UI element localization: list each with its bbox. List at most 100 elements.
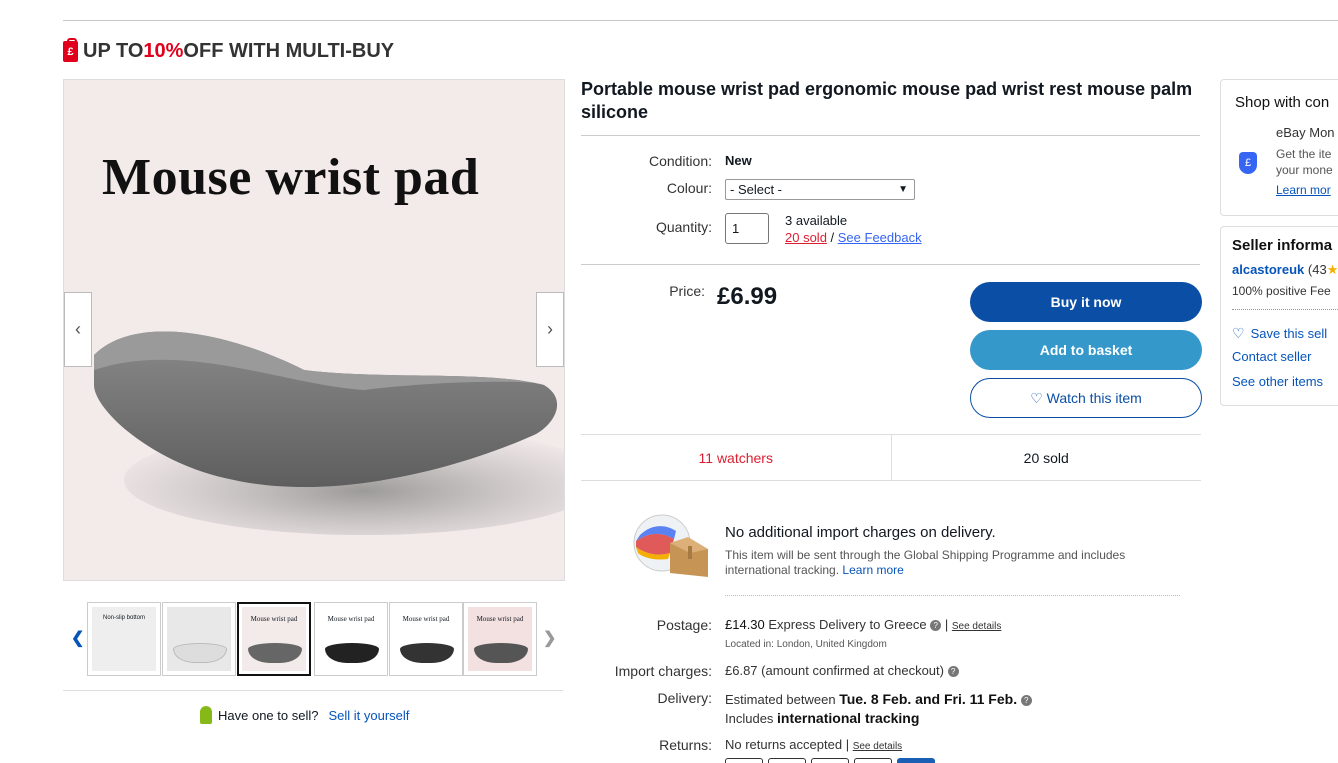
payment-card-icon	[768, 758, 806, 763]
seller-score: (43	[1307, 262, 1327, 277]
thumbnail-2[interactable]	[162, 602, 236, 676]
delivery-dates: Tue. 8 Feb. and Fri. 11 Feb.	[839, 691, 1018, 707]
watch-item-button[interactable]: ♡ Watch this item	[970, 378, 1202, 418]
import-charges-value: £6.87 (amount confirmed at checkout) ?	[725, 663, 959, 678]
promo-text-a: UP TO	[83, 40, 144, 62]
condition-value: New	[725, 153, 752, 168]
sold-count-link[interactable]: 20 sold	[785, 230, 827, 245]
import-note: (amount confirmed at checkout)	[761, 663, 944, 678]
delivery-tracking: international tracking	[777, 710, 920, 726]
wrist-pad-illustration	[94, 331, 564, 535]
promo-percent: 10%	[143, 40, 184, 62]
thumbnail-strip: ❮ Non-slip bottom Mouse wrist pad Mouse …	[63, 600, 563, 680]
see-other-items-link[interactable]: See other items	[1232, 374, 1323, 389]
thumbnail-6[interactable]: Mouse wrist pad	[463, 602, 537, 676]
thumbnail-4-pad	[325, 643, 379, 663]
thumbnail-1[interactable]: Non-slip bottom	[87, 602, 161, 676]
sold-count: 20 sold	[1023, 449, 1069, 466]
price-tag-icon: £	[63, 38, 78, 62]
thumbnail-3-pad	[248, 643, 302, 663]
sell-question: Have one to sell?	[218, 707, 319, 723]
shipping-dotted-divider	[725, 595, 1180, 596]
postage-see-details-link[interactable]: See details	[952, 621, 1001, 632]
promo-text-b: OFF WITH MULTI-BUY	[183, 40, 395, 62]
globe-parcel-icon	[633, 514, 708, 577]
top-divider	[63, 20, 1338, 21]
help-icon[interactable]: ?	[947, 666, 959, 678]
title-divider	[581, 135, 1200, 136]
gsp-description-text: This item will be sent through the Globa…	[725, 548, 1126, 577]
delivery-includes: Includes	[725, 711, 778, 726]
buy-it-now-button[interactable]: Buy it now	[970, 282, 1202, 322]
seller-dotted-divider	[1232, 309, 1338, 310]
sell-yours-prompt: Have one to sell? Sell it yourself	[200, 706, 409, 724]
payment-card-icon	[725, 758, 763, 763]
thumbnail-4-caption: Mouse wrist pad	[327, 615, 375, 623]
gallery-next-button[interactable]: ›	[536, 292, 564, 367]
seller-info-heading: Seller informa	[1232, 237, 1333, 254]
main-product-image[interactable]: Mouse wrist pad	[63, 79, 565, 581]
thumbnail-4[interactable]: Mouse wrist pad	[314, 602, 388, 676]
item-price: £6.99	[717, 283, 778, 310]
thumbnail-2-pad	[173, 643, 227, 663]
payment-card-icon	[854, 758, 892, 763]
availability-separator: /	[826, 230, 838, 245]
delivery-label: Delivery:	[657, 690, 712, 706]
thumbnail-5[interactable]: Mouse wrist pad	[389, 602, 463, 676]
save-seller-link[interactable]: ♡ Save this sell	[1232, 325, 1327, 342]
money-back-line-2: your mone	[1276, 163, 1333, 177]
quantity-input[interactable]: 1	[725, 213, 769, 244]
see-feedback-link[interactable]: See Feedback	[838, 230, 922, 245]
gsp-learn-more-link[interactable]: Learn more	[842, 563, 903, 577]
delivery-prefix: Estimated between	[725, 692, 840, 707]
add-to-basket-button[interactable]: Add to basket	[970, 330, 1202, 370]
sell-it-yourself-link[interactable]: Sell it yourself	[328, 708, 409, 723]
postage-value: £14.30 Express Delivery to Greece ? | Se…	[725, 617, 1002, 632]
gallery-prev-button[interactable]: ‹	[64, 292, 92, 367]
thumbnail-1-caption: Non-slip bottom	[92, 607, 156, 671]
money-back-learn-more-link[interactable]: Learn mor	[1276, 182, 1331, 198]
contact-seller-link[interactable]: Contact seller	[1232, 349, 1311, 364]
watchers-count: 11 watchers	[581, 435, 892, 480]
postage-price: £14.30	[725, 617, 765, 632]
thumbnail-6-caption: Mouse wrist pad	[476, 615, 524, 623]
returns-value: No returns accepted | See details	[725, 737, 903, 752]
money-back-line-1: Get the ite	[1276, 147, 1332, 161]
quantity-label: Quantity:	[655, 219, 712, 235]
thumbnail-6-pad	[474, 643, 528, 663]
item-title: Portable mouse wrist pad ergonomic mouse…	[581, 79, 1193, 122]
seller-name-link[interactable]: alcastoreuk	[1232, 262, 1304, 277]
shop-with-confidence-card: Shop with con £ eBay Mon Get the ite you…	[1220, 79, 1338, 216]
quantity-divider	[581, 264, 1200, 265]
thumbnail-3[interactable]: Mouse wrist pad	[237, 602, 311, 676]
seller-identity: alcastoreuk (43★	[1232, 262, 1338, 278]
help-icon[interactable]: ?	[1020, 695, 1032, 707]
availability-info: 3 available 20 sold / See Feedback	[785, 212, 922, 246]
colour-label: Colour:	[666, 180, 712, 196]
item-location: Located in: London, United Kingdom	[725, 639, 887, 650]
save-seller-label: Save this sell	[1250, 326, 1328, 341]
thumbnail-5-pad	[400, 643, 454, 663]
colour-selected-value: - Select -	[730, 182, 783, 197]
seller-feedback-percent: 100% positive Fee	[1232, 284, 1331, 298]
available-count: 3 available	[785, 213, 848, 228]
postage-label: Postage:	[656, 617, 712, 633]
postage-service: Express Delivery to Greece	[768, 617, 927, 632]
no-import-charges-heading: No additional import charges on delivery…	[725, 524, 996, 541]
tag-icon	[200, 706, 212, 724]
payment-card-icon	[897, 758, 935, 763]
colour-select[interactable]: - Select - ▼	[725, 179, 915, 200]
thumbs-prev-icon[interactable]: ❮	[71, 628, 84, 648]
returns-see-details-link[interactable]: See details	[853, 741, 902, 752]
shop-confidence-heading: Shop with con	[1235, 94, 1330, 111]
thumbs-next-icon[interactable]: ❯	[543, 628, 556, 648]
chevron-down-icon: ▼	[898, 184, 908, 195]
star-icon: ★	[1326, 262, 1338, 277]
gsp-description: This item will be sent through the Globa…	[725, 548, 1175, 578]
delivery-value: Estimated between Tue. 8 Feb. and Fri. 1…	[725, 690, 1032, 728]
heart-icon: ♡	[1232, 325, 1245, 341]
multi-buy-promo: £ UP TO 10% OFF WITH MULTI-BUY	[63, 38, 395, 63]
listing-stats: 11 watchers 20 sold	[581, 434, 1201, 481]
help-icon[interactable]: ?	[930, 620, 942, 632]
payment-card-icon	[811, 758, 849, 763]
